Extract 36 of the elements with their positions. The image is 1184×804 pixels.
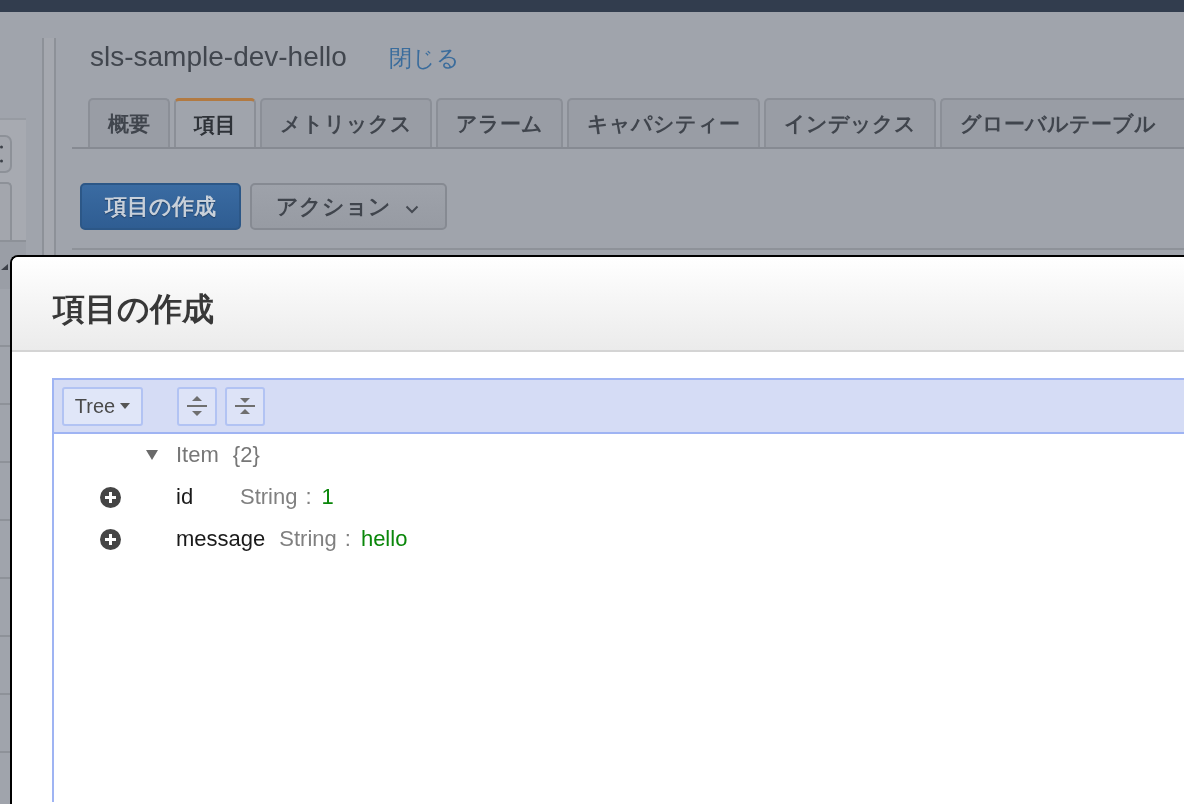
field-value[interactable]: 1 xyxy=(321,484,334,510)
key-value-separator: : xyxy=(305,484,312,510)
collapse-icon xyxy=(234,395,256,417)
view-mode-button[interactable]: Tree xyxy=(62,386,143,426)
child-count: {2} xyxy=(232,442,260,468)
expand-icon xyxy=(186,395,208,417)
create-item-button[interactable]: 項目の作成 xyxy=(80,183,241,230)
table-title: sls-sample-dev-hello xyxy=(90,40,347,74)
tab[interactable]: 概要 xyxy=(88,98,170,147)
expand-all-button[interactable] xyxy=(177,386,217,426)
tab[interactable]: キャパシティー xyxy=(567,98,760,147)
field-key[interactable]: id xyxy=(176,484,226,510)
tab[interactable]: アラーム xyxy=(436,98,563,147)
tab[interactable]: グローバルテーブル xyxy=(940,98,1184,147)
field-value[interactable]: hello xyxy=(360,526,408,552)
dots-icon xyxy=(0,145,3,163)
tab[interactable]: メトリックス xyxy=(260,98,432,147)
plus-circle-icon[interactable] xyxy=(99,486,121,508)
triangle-icon xyxy=(1,264,8,270)
actions-dropdown-button[interactable]: アクション xyxy=(250,183,447,230)
node-label: Item xyxy=(176,442,219,468)
field-key[interactable]: message xyxy=(176,526,266,552)
caret-icon[interactable] xyxy=(146,450,158,460)
key-value-separator: : xyxy=(344,526,351,552)
tab[interactable]: インデックス xyxy=(764,98,936,147)
close-link[interactable]: 閉じる xyxy=(388,41,460,75)
chevron-down-icon xyxy=(405,205,419,214)
field-type: String xyxy=(279,526,337,552)
field-type: String xyxy=(240,484,298,510)
tab[interactable]: 項目 xyxy=(174,98,256,147)
dialog-title: 項目の作成 xyxy=(53,289,214,329)
side-panel-field[interactable] xyxy=(0,182,12,242)
caret-down-icon xyxy=(120,403,131,409)
plus-circle-icon[interactable] xyxy=(99,528,121,550)
collapse-all-button[interactable] xyxy=(225,386,265,426)
side-panel-button[interactable] xyxy=(0,135,12,173)
